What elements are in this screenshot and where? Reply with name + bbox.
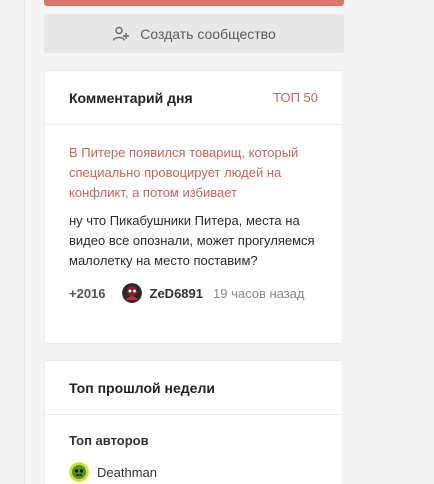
comment-text: ну что Пикабушники Питера, места на виде…: [69, 213, 315, 268]
create-community-label: Создать сообщество: [140, 25, 276, 42]
author-name[interactable]: Deathman: [97, 465, 157, 480]
comment-of-day-card: Комментарий дня ТОП 50 В Питере появился…: [44, 70, 343, 344]
post-title-link[interactable]: В Питере появился товарищ, который специ…: [69, 143, 318, 203]
page: Создать сообщество Комментарий дня ТОП 5…: [0, 0, 434, 484]
create-community-button[interactable]: Создать сообщество: [44, 14, 344, 53]
top-authors-label: Топ авторов: [69, 433, 149, 448]
top-last-week-title: Топ прошлой недели: [69, 379, 215, 396]
comment-meta: +2016 ZeD6891 19 часов назад: [69, 283, 318, 303]
top-action-button[interactable]: [44, 0, 344, 6]
comment-of-day-header: Комментарий дня ТОП 50: [45, 71, 342, 125]
comment-rating: +2016: [69, 285, 106, 301]
left-divider: [24, 0, 25, 484]
top-50-link[interactable]: ТОП 50: [273, 90, 318, 105]
add-user-icon: [113, 26, 130, 41]
author-row[interactable]: Deathman: [45, 448, 342, 482]
comment-body: В Питере появился товарищ, который специ…: [45, 125, 342, 303]
author-avatar: [69, 462, 89, 482]
comment-time: 19 часов назад: [213, 285, 305, 301]
comment-username[interactable]: ZeD6891: [150, 286, 203, 301]
top-last-week-card: Топ прошлой недели Топ авторов Deathman: [44, 360, 343, 484]
user-avatar[interactable]: [121, 283, 142, 303]
comment-of-day-title: Комментарий дня: [69, 89, 193, 106]
top-last-week-header: Топ прошлой недели: [45, 361, 342, 415]
